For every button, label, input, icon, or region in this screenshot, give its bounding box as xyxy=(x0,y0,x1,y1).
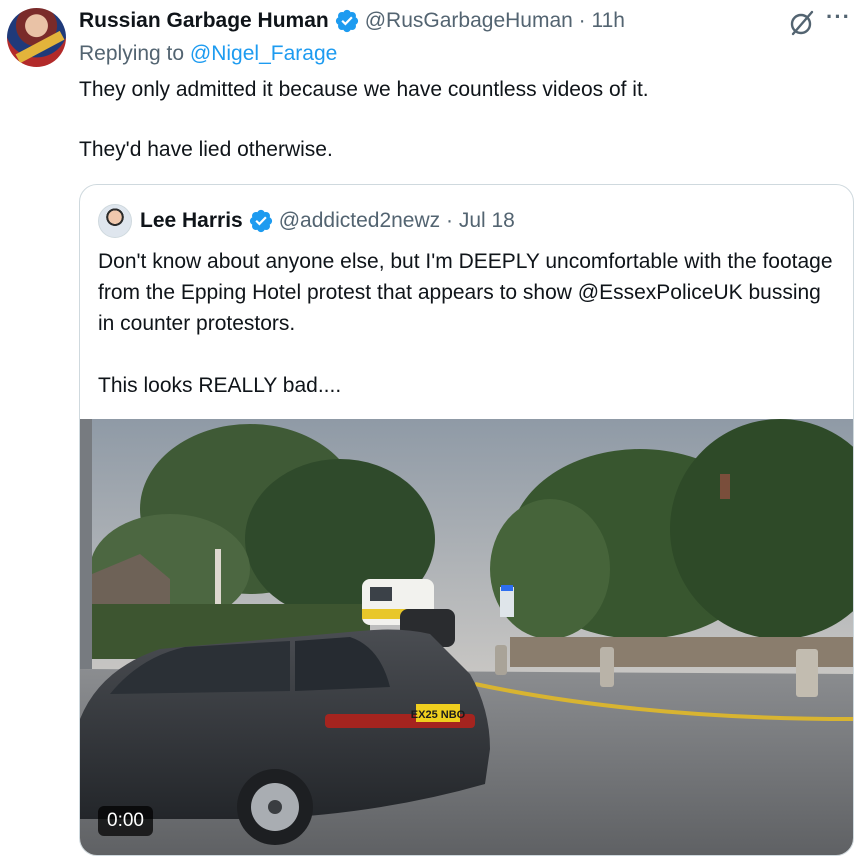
quoted-tweet[interactable]: Lee Harris @addicted2newz · Jul 18 Don't… xyxy=(79,184,854,856)
replying-prefix: Replying to xyxy=(79,42,190,65)
tweet-text-line: They'd have lied otherwise. xyxy=(79,138,333,161)
quote-header: Lee Harris @addicted2newz · Jul 18 xyxy=(140,206,515,236)
video-player[interactable]: EX25 NBO xyxy=(80,419,853,855)
more-icon[interactable]: ··· xyxy=(826,4,851,30)
verified-badge-icon xyxy=(249,209,272,233)
video-duration-badge: 0:00 xyxy=(98,806,153,836)
quote-text: Don't know about anyone else, but I'm DE… xyxy=(98,246,838,401)
quote-text-para: Don't know about anyone else, but I'm DE… xyxy=(98,250,833,335)
replying-to-link[interactable]: @Nigel_Farage xyxy=(190,42,337,65)
verified-badge-icon xyxy=(335,9,358,33)
quote-author-name: Lee Harris xyxy=(140,209,243,232)
author-avatar[interactable] xyxy=(7,8,66,67)
grok-icon[interactable] xyxy=(787,8,817,38)
replying-to: Replying to @Nigel_Farage xyxy=(79,42,337,66)
tweet-header: Russian Garbage Human @RusGarbageHuman ·… xyxy=(79,6,625,36)
video-frame: EX25 NBO xyxy=(80,419,853,855)
license-plate: EX25 NBO xyxy=(411,709,466,721)
author-handle-time[interactable]: @RusGarbageHuman · 11h xyxy=(365,9,625,33)
quote-text-para: This looks REALLY bad.... xyxy=(98,374,342,397)
quote-author-handle-time: @addicted2newz · Jul 18 xyxy=(278,209,515,232)
quote-author-avatar xyxy=(98,204,132,238)
author-name[interactable]: Russian Garbage Human xyxy=(79,9,329,33)
tweet-text: They only admitted it because we have co… xyxy=(79,75,839,165)
tweet-text-line: They only admitted it because we have co… xyxy=(79,78,649,101)
